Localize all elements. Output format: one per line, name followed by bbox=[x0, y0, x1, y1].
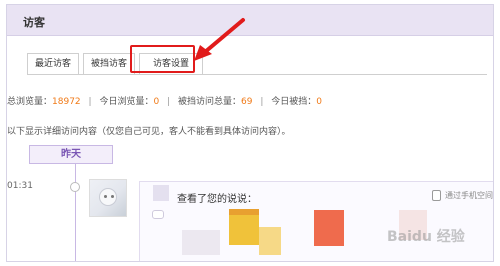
avatar-eye bbox=[111, 195, 114, 198]
mobile-phone-icon bbox=[432, 190, 441, 201]
day-label: 昨天 bbox=[29, 145, 113, 164]
blocked-total-label: 被挡访问总量： bbox=[178, 97, 242, 107]
blocked-total-value: 69 bbox=[241, 97, 253, 107]
visit-time: 01:31 bbox=[7, 181, 33, 191]
highlight-box bbox=[130, 45, 195, 73]
tab-recent-visitors[interactable]: 最近访客 bbox=[27, 53, 79, 75]
timeline-line bbox=[75, 164, 76, 261]
blurred-photo bbox=[314, 210, 344, 246]
today-blocked-label: 今日被挡： bbox=[271, 97, 317, 107]
blurred-photo bbox=[259, 227, 281, 255]
stats-separator: | bbox=[88, 97, 92, 107]
visit-card-avatar bbox=[153, 185, 169, 201]
visit-source-text: 通过手机空间 bbox=[445, 191, 493, 200]
today-views-value: 0 bbox=[153, 97, 160, 107]
blurred-photo bbox=[229, 209, 259, 245]
today-blocked-value: 0 bbox=[316, 97, 323, 107]
visitor-panel: 访客 最近访客 被挡访客 访客设置 总浏览量：18972 | 今日浏览量：0 |… bbox=[6, 4, 494, 262]
tab-blocked-visitors[interactable]: 被挡访客 bbox=[83, 53, 135, 75]
tab-underline bbox=[27, 74, 487, 75]
panel-header: 访客 bbox=[7, 5, 493, 36]
stats-line: 总浏览量：18972 | 今日浏览量：0 | 被挡访问总量：69 | 今日被挡：… bbox=[7, 94, 322, 107]
visitor-avatar[interactable] bbox=[89, 179, 127, 217]
total-views-value: 18972 bbox=[52, 97, 81, 107]
watermark: Baidu 经验 bbox=[387, 229, 465, 245]
visit-action-text: 查看了您的说说： bbox=[177, 194, 257, 205]
timeline-dot bbox=[70, 182, 80, 192]
avatar-face bbox=[99, 188, 117, 206]
stats-separator: | bbox=[260, 97, 264, 107]
comment-icon[interactable] bbox=[152, 210, 164, 219]
panel-title: 访客 bbox=[23, 16, 45, 29]
blurred-photo bbox=[182, 230, 220, 255]
privacy-notice: 以下显示详细访问内容（仅您自己可见，客人不能看到具体访问内容）。 bbox=[7, 127, 291, 137]
total-views-label: 总浏览量： bbox=[7, 97, 53, 107]
today-views-label: 今日浏览量： bbox=[99, 97, 154, 107]
avatar-eye bbox=[104, 195, 107, 198]
stats-separator: | bbox=[167, 97, 171, 107]
